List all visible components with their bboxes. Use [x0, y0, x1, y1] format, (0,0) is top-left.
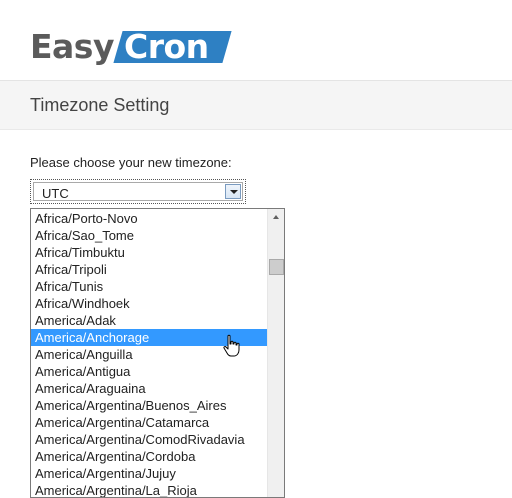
timezone-option[interactable]: Africa/Timbuktu: [31, 244, 267, 261]
timezone-option[interactable]: America/Adak: [31, 312, 267, 329]
timezone-option[interactable]: America/Araguaina: [31, 380, 267, 397]
logo-text-easy: Easy: [30, 27, 114, 66]
site-header: Easy Cron: [0, 0, 512, 81]
timezone-select-value: UTC: [42, 186, 69, 201]
timezone-option[interactable]: America/Argentina/Catamarca: [31, 414, 267, 431]
page-title: Timezone Setting: [30, 95, 170, 115]
timezone-dropdown-list[interactable]: Africa/Porto-Novo Africa/Sao_Tome Africa/T…: [30, 208, 285, 498]
timezone-option[interactable]: America/Argentina/Buenos_Aires: [31, 397, 267, 414]
timezone-option[interactable]: Africa/Windhoek: [31, 295, 267, 312]
timezone-select[interactable]: UTC: [30, 179, 246, 204]
timezone-prompt: Please choose your new timezone:: [30, 155, 232, 170]
timezone-option[interactable]: Africa/Porto-Novo: [31, 210, 267, 227]
chevron-up-icon[interactable]: [268, 209, 284, 226]
scrollbar-thumb[interactable]: [269, 259, 284, 275]
timezone-option[interactable]: Africa/Tripoli: [31, 261, 267, 278]
timezone-option[interactable]: Africa/Sao_Tome: [31, 227, 267, 244]
dropdown-scrollbar[interactable]: [267, 209, 284, 497]
timezone-select-box[interactable]: UTC: [33, 182, 243, 201]
timezone-option[interactable]: America/Argentina/Cordoba: [31, 448, 267, 465]
timezone-option[interactable]: America/Argentina/Jujuy: [31, 465, 267, 482]
title-bar: Timezone Setting: [0, 81, 512, 130]
timezone-option[interactable]: America/Argentina/La_Rioja: [31, 482, 267, 497]
chevron-down-icon[interactable]: [225, 184, 241, 199]
logo-text-cron: Cron: [124, 27, 209, 66]
timezone-option[interactable]: Africa/Tunis: [31, 278, 267, 295]
timezone-option[interactable]: America/Antigua: [31, 363, 267, 380]
hand-pointer-icon: [223, 334, 240, 357]
timezone-option[interactable]: America/Argentina/ComodRivadavia: [31, 431, 267, 448]
